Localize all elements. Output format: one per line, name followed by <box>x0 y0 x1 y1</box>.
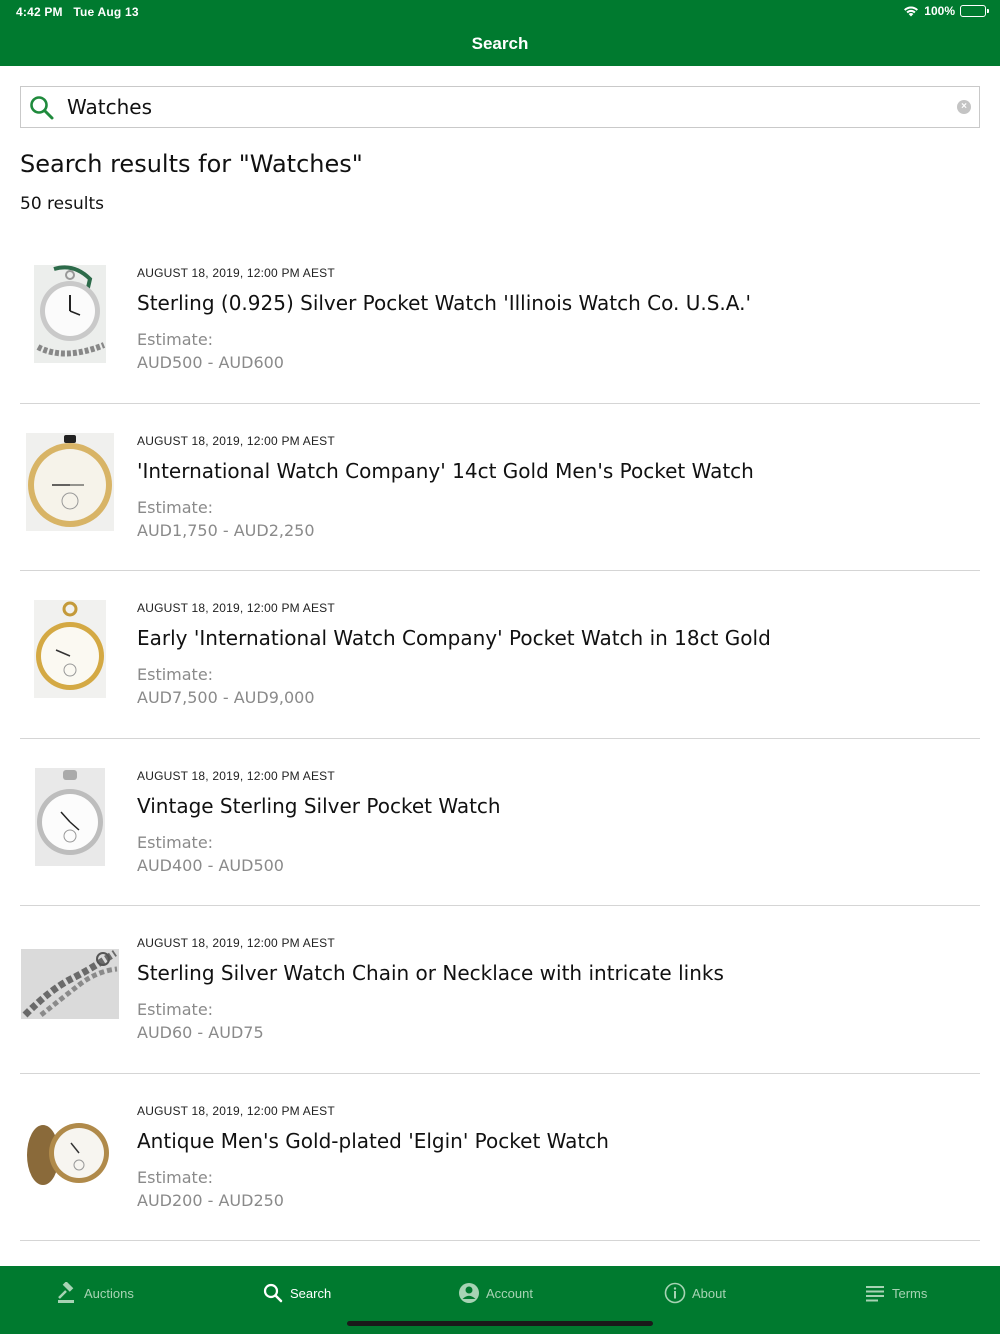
status-indicators: 100% <box>903 4 989 18</box>
estimate-label: Estimate: <box>137 497 214 517</box>
lot-date: AUGUST 18, 2019, 12:00 PM AEST <box>137 936 335 950</box>
tab-label: Search <box>290 1285 332 1301</box>
list-icon <box>866 1286 884 1302</box>
list-item[interactable]: AUGUST 18, 2019, 12:00 PM AEST Sterling … <box>20 236 980 404</box>
estimate-value: AUD200 - AUD250 <box>137 1190 284 1210</box>
search-input[interactable] <box>67 87 947 127</box>
status-time: 4:42 PM Tue Aug 13 <box>16 5 139 19</box>
tab-auctions[interactable]: Auctions <box>56 1280 134 1306</box>
lot-title[interactable]: Vintage Sterling Silver Pocket Watch <box>137 794 977 818</box>
lot-title[interactable]: Sterling (0.925) Silver Pocket Watch 'Il… <box>137 291 977 315</box>
lot-date: AUGUST 18, 2019, 12:00 PM AEST <box>137 601 335 615</box>
tab-terms[interactable]: Terms <box>864 1280 927 1306</box>
lot-title[interactable]: 'International Watch Company' 14ct Gold … <box>137 459 977 483</box>
estimate-value: AUD1,750 - AUD2,250 <box>137 520 315 540</box>
tab-label: About <box>692 1285 726 1301</box>
list-item[interactable]: AUGUST 18, 2019, 12:00 PM AEST 'Internat… <box>20 404 980 571</box>
results-count: 50 results <box>20 194 104 214</box>
wifi-icon <box>904 6 919 17</box>
lot-date: AUGUST 18, 2019, 12:00 PM AEST <box>137 768 335 783</box>
lot-date: AUGUST 18, 2019, 12:00 PM AEST <box>137 266 335 280</box>
search-icon <box>263 1283 283 1303</box>
estimate-label: Estimate: <box>137 1000 214 1019</box>
lot-thumbnail <box>20 1102 120 1202</box>
estimate-value: AUD500 - AUD600 <box>137 353 284 372</box>
home-indicator[interactable] <box>347 1321 653 1326</box>
tab-about[interactable]: About <box>664 1280 726 1306</box>
page-title: Search <box>471 34 529 53</box>
list-item[interactable]: AUGUST 18, 2019, 12:00 PM AEST Sterling … <box>20 906 980 1074</box>
tab-search[interactable]: Search <box>262 1280 331 1306</box>
estimate-label: Estimate: <box>137 665 214 684</box>
lot-thumbnail <box>20 264 120 364</box>
battery-icon <box>960 5 989 17</box>
clear-search-icon[interactable]: × <box>957 100 971 114</box>
lot-title[interactable]: Sterling Silver Watch Chain or Necklace … <box>137 961 977 985</box>
estimate-value: AUD60 - AUD75 <box>137 1023 264 1042</box>
lot-title[interactable]: Antique Men's Gold-plated 'Elgin' Pocket… <box>137 1129 977 1153</box>
result-list: AUGUST 18, 2019, 12:00 PM AEST Sterling … <box>0 236 1000 1241</box>
lot-thumbnail <box>20 599 120 699</box>
list-item[interactable]: AUGUST 18, 2019, 12:00 PM AEST Early 'In… <box>20 571 980 739</box>
battery-percent: 100% <box>924 4 955 18</box>
estimate-value: AUD400 - AUD500 <box>137 855 284 875</box>
lot-thumbnail <box>20 934 120 1034</box>
estimate-label: Estimate: <box>137 1167 214 1187</box>
top-bar: 4:42 PM Tue Aug 13 100% Search <box>0 0 1000 66</box>
search-bar[interactable]: × <box>20 86 980 128</box>
tab-label: Terms <box>892 1285 928 1301</box>
account-icon <box>459 1283 479 1303</box>
search-icon <box>30 96 54 120</box>
list-item[interactable]: AUGUST 18, 2019, 12:00 PM AEST Vintage S… <box>20 739 980 906</box>
tab-label: Account <box>486 1285 533 1301</box>
lot-thumbnail <box>20 432 120 532</box>
lot-title[interactable]: Early 'International Watch Company' Pock… <box>137 626 977 650</box>
results-heading: Search results for "Watches" <box>20 150 363 178</box>
tab-label: Auctions <box>84 1285 134 1301</box>
info-icon <box>664 1282 686 1304</box>
lot-date: AUGUST 18, 2019, 12:00 PM AEST <box>137 1103 335 1118</box>
lot-date: AUGUST 18, 2019, 12:00 PM AEST <box>137 433 335 448</box>
tab-account[interactable]: Account <box>458 1280 533 1306</box>
estimate-label: Estimate: <box>137 832 214 852</box>
gavel-icon <box>58 1282 74 1303</box>
list-item[interactable]: AUGUST 18, 2019, 12:00 PM AEST Antique M… <box>20 1074 980 1241</box>
estimate-label: Estimate: <box>137 330 214 349</box>
lot-thumbnail <box>20 767 120 867</box>
estimate-value: AUD7,500 - AUD9,000 <box>137 688 315 707</box>
